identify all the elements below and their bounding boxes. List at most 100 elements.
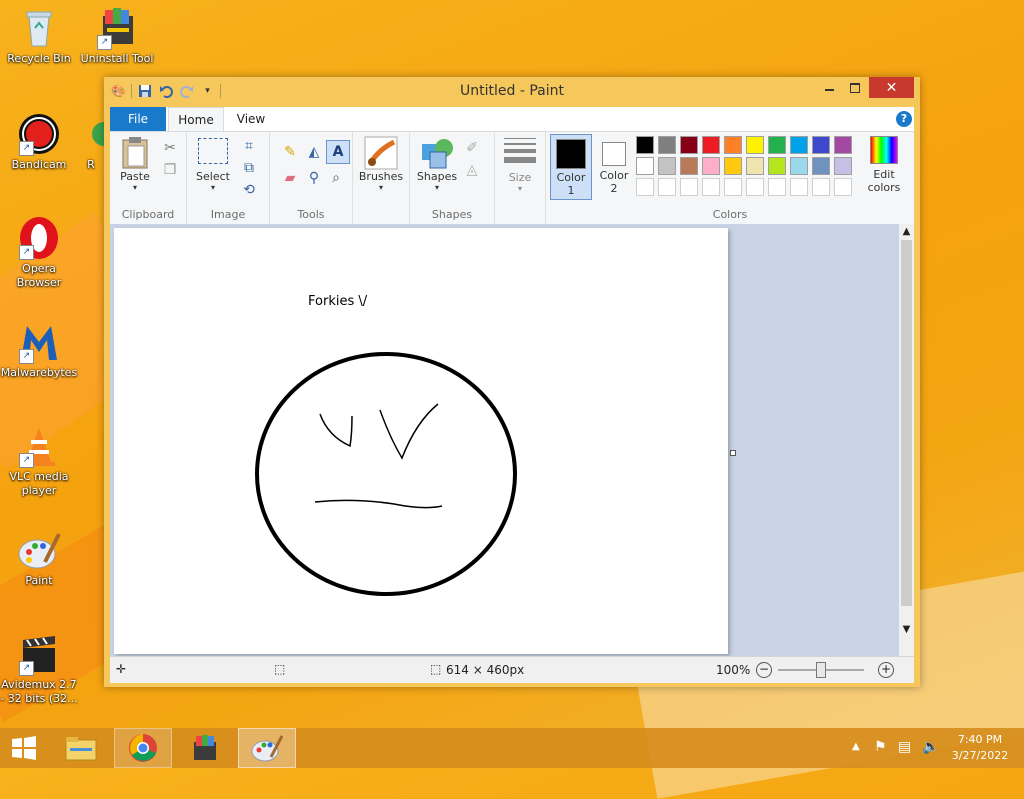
desktop-icon-malwarebytes[interactable]: ↗ Malwarebytes [0, 320, 78, 380]
start-button[interactable] [0, 728, 48, 768]
help-icon[interactable]: ? [896, 111, 912, 127]
size-button[interactable]: Size ▾ [499, 136, 541, 193]
eraser-icon[interactable]: ▰ [280, 168, 300, 188]
brushes-label: Brushes [358, 170, 404, 183]
show-hidden-icons[interactable]: ▲ [852, 741, 860, 752]
brushes-button[interactable]: Brushes ▾ [357, 136, 405, 192]
color1-button[interactable]: Color 1 [550, 134, 592, 200]
desktop-icon-paint[interactable]: Paint [0, 528, 78, 588]
zoom-out-icon[interactable]: − [756, 662, 772, 678]
color-swatch[interactable] [724, 157, 742, 175]
pencil-icon[interactable]: ✎ [280, 142, 300, 162]
clock[interactable]: 7:40 PM 3/27/2022 [944, 732, 1016, 764]
bandicam-icon: ↗ [17, 112, 61, 156]
color-swatch[interactable] [680, 136, 698, 154]
color-swatch[interactable] [746, 136, 764, 154]
group-tools: ✎ ◭ A ▰ ⚲ ⌕ Tools [270, 132, 353, 224]
color-swatch[interactable] [702, 178, 720, 196]
color2-button[interactable]: Color 2 [594, 134, 634, 198]
shortcut-arrow-icon: ↗ [97, 35, 112, 50]
close-button[interactable]: ✕ [869, 77, 914, 98]
color-swatch[interactable] [680, 157, 698, 175]
color-swatch[interactable] [724, 136, 742, 154]
vertical-scrollbar[interactable]: ▲ ▼ [899, 224, 914, 656]
maximize-button[interactable] [842, 77, 868, 98]
color-swatch[interactable] [812, 157, 830, 175]
scroll-thumb[interactable] [901, 240, 912, 606]
paste-button[interactable]: Paste ▾ [116, 136, 154, 192]
drawing-canvas[interactable]: Forkies \/ [114, 228, 728, 654]
color-swatch[interactable] [636, 178, 654, 196]
color-swatch[interactable] [834, 157, 852, 175]
color-swatch[interactable] [834, 136, 852, 154]
color-swatch[interactable] [768, 157, 786, 175]
color-swatch[interactable] [790, 178, 808, 196]
select-button[interactable]: Select ▾ [193, 136, 233, 192]
scroll-down-icon[interactable]: ▼ [899, 622, 914, 638]
desktop-icon-uninstall-tool[interactable]: ↗ Uninstall Tool [78, 6, 156, 66]
color-swatch[interactable] [658, 178, 676, 196]
color-swatch[interactable] [812, 136, 830, 154]
color-swatch[interactable] [768, 136, 786, 154]
edit-colors-button[interactable]: Edit colors [862, 136, 906, 194]
color-swatch[interactable] [658, 157, 676, 175]
resize-icon[interactable]: ⧉ [239, 158, 259, 178]
rotate-icon[interactable]: ⟲ [239, 180, 259, 200]
color-swatch[interactable] [658, 136, 676, 154]
desktop-icon-avidemux[interactable]: ↗ Avidemux 2.7 - 32 bits (32... [0, 632, 78, 706]
text-icon[interactable]: A [326, 140, 350, 164]
desktop-icon-recycle-bin[interactable]: Recycle Bin [0, 6, 78, 66]
tab-home[interactable]: Home [168, 107, 224, 132]
color-swatch[interactable] [746, 178, 764, 196]
color-swatch[interactable] [724, 178, 742, 196]
color-swatch[interactable] [812, 178, 830, 196]
color-picker-icon[interactable]: ⚲ [304, 168, 324, 188]
canvas-resize-handle[interactable] [730, 450, 736, 456]
taskbar-uninstall-tool[interactable] [176, 728, 234, 768]
desktop-icon-opera[interactable]: ↗ Opera Browser [0, 216, 78, 290]
scroll-up-icon[interactable]: ▲ [899, 224, 914, 240]
network-icon[interactable]: ▤ [898, 739, 911, 755]
copy-icon[interactable]: ❐ [160, 160, 180, 180]
color-swatch[interactable] [768, 178, 786, 196]
minimize-button[interactable] [816, 77, 842, 98]
color-swatch[interactable] [636, 157, 654, 175]
taskbar-file-explorer[interactable] [52, 728, 110, 768]
taskbar-chrome[interactable] [114, 728, 172, 768]
zoom-slider-thumb[interactable] [816, 662, 826, 678]
outline-icon[interactable]: ✐ [462, 138, 482, 158]
title-bar[interactable]: 🎨 ▾ Untitled - Paint ✕ [104, 77, 920, 105]
taskbar-paint[interactable] [238, 728, 296, 768]
color-swatch[interactable] [636, 136, 654, 154]
group-image: Select ▾ ⌗ ⧉ ⟲ Image [187, 132, 270, 224]
crop-icon[interactable]: ⌗ [239, 136, 259, 156]
magnifier-icon[interactable]: ⌕ [326, 168, 346, 188]
volume-icon[interactable]: 🔈 [922, 739, 939, 755]
color-swatch[interactable] [834, 178, 852, 196]
desktop-icon-label: Opera Browser [16, 262, 62, 289]
windows-logo-icon [12, 736, 36, 760]
shortcut-arrow-icon: ↗ [19, 453, 34, 468]
minimize-icon [824, 88, 834, 91]
color-swatch[interactable] [702, 157, 720, 175]
color-swatch[interactable] [790, 136, 808, 154]
color-swatch[interactable] [680, 178, 698, 196]
zoom-in-icon[interactable]: + [878, 662, 894, 678]
color-swatch[interactable] [702, 136, 720, 154]
desktop-icon-bandicam[interactable]: ↗ Bandicam [0, 112, 78, 172]
paste-icon [122, 137, 148, 169]
tab-file[interactable]: File [110, 107, 166, 131]
group-shapes: Shapes ▾ ✐ ◬ Shapes [410, 132, 495, 224]
desktop-icon-vlc[interactable]: ↗ VLC media player [0, 424, 78, 498]
shape-fill-icon[interactable]: ◬ [462, 160, 482, 180]
desktop-icon-partial[interactable]: R [78, 112, 104, 172]
group-label: Tools [297, 208, 325, 221]
shapes-button[interactable]: Shapes ▾ [414, 136, 460, 192]
color-swatch[interactable] [746, 157, 764, 175]
cut-icon[interactable]: ✂ [160, 138, 180, 158]
fill-icon[interactable]: ◭ [304, 142, 324, 162]
tab-view[interactable]: View [226, 107, 276, 131]
recycle-bin-icon [17, 6, 61, 50]
action-center-icon[interactable]: ⚑ [874, 739, 887, 755]
color-swatch[interactable] [790, 157, 808, 175]
